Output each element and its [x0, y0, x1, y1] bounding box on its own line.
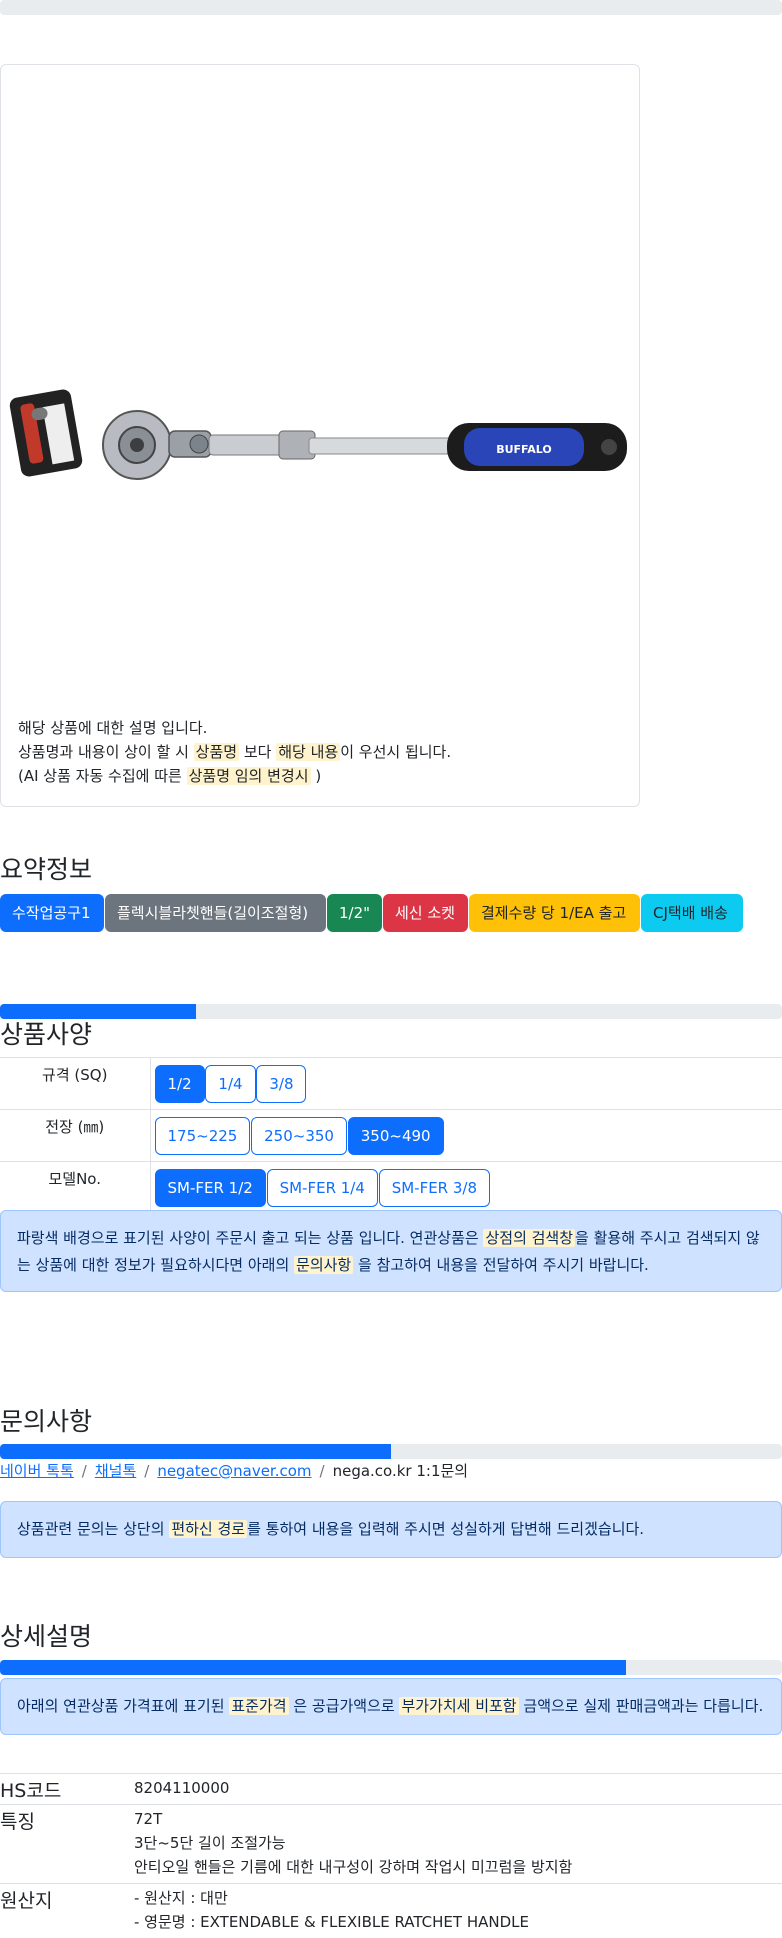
option-model-1-4[interactable]: SM-FER 1/4: [267, 1169, 378, 1207]
spec-table: 규격 (SQ) 1/2 1/4 3/8 전장 (㎜) 175~225 250~3…: [0, 1057, 782, 1214]
option-model-1-2[interactable]: SM-FER 1/2: [155, 1169, 266, 1207]
spec-label-length: 전장 (㎜): [0, 1110, 150, 1162]
spec-label-model: 모델No.: [0, 1162, 150, 1214]
product-card: BUFFALO 해당 상품에 대한 설명 입니다. 상품명과 내용이 상이 할 …: [0, 64, 640, 807]
inquiry-progress-fill: [0, 1444, 391, 1459]
inquiry-alert: 상품관련 문의는 상단의 편하신 경로를 통하여 내용을 입력해 주시면 성실하…: [0, 1501, 782, 1558]
detail-feature-line: 3단~5단 길이 조절가능: [134, 1831, 782, 1855]
link-email[interactable]: negatec@naver.com: [157, 1462, 311, 1480]
detail-label-hs: HS코드: [0, 1774, 134, 1805]
spec-row: 모델No. SM-FER 1/2 SM-FER 1/4 SM-FER 3/8: [0, 1162, 782, 1214]
top-progress-bar: [0, 0, 782, 15]
option-model-3-8[interactable]: SM-FER 3/8: [379, 1169, 490, 1207]
detail-feature-line: 안티오일 핸들은 기름에 대한 내구성이 강하며 작업시 미끄럼을 방지함: [134, 1855, 782, 1879]
brand-logo-text: BUFFALO: [496, 443, 552, 456]
detail-label-feature: 특징: [0, 1805, 134, 1884]
badge-product-name: 플렉시블라쳇핸들(길이조절형): [105, 894, 326, 932]
badge-brand: 세신 소켓: [383, 894, 468, 932]
option-sq-1-4[interactable]: 1/4: [205, 1065, 255, 1103]
link-naver-talk[interactable]: 네이버 톡톡: [0, 1462, 74, 1480]
breadcrumb-current: nega.co.kr 1:1문의: [333, 1462, 469, 1480]
badge-shipping: CJ택배 배송: [641, 894, 743, 932]
detail-progress: [0, 1660, 782, 1675]
detail-row-origin: 원산지 - 원산지 : 대만 - 영문명 : EXTENDABLE & FLEX…: [0, 1884, 782, 1938]
detail-row-hs: HS코드 8204110000: [0, 1774, 782, 1805]
spec-row: 규격 (SQ) 1/2 1/4 3/8: [0, 1058, 782, 1110]
detail-feature-line: 72T: [134, 1807, 782, 1831]
notice-line-3: (AI 상품 자동 수집에 따른 상품명 임의 변경시 ): [18, 764, 451, 788]
detail-label-origin: 원산지: [0, 1884, 134, 1938]
badge-category: 수작업공구1: [0, 894, 104, 932]
spec-label-size: 규격 (SQ): [0, 1058, 150, 1110]
breadcrumb: 네이버 톡톡/채널톡/negatec@naver.com/nega.co.kr …: [0, 1460, 468, 1481]
link-channel-talk[interactable]: 채널톡: [95, 1462, 136, 1480]
option-sq-1-2[interactable]: 1/2: [155, 1065, 205, 1103]
specs-alert: 파랑색 배경으로 표기된 사양이 주문시 출고 되는 상품 입니다. 연관상품은…: [0, 1210, 782, 1292]
detail-hs-value: 8204110000: [134, 1776, 782, 1800]
detail-table: HS코드 8204110000 특징 72T 3단~5단 길이 조절가능 안티오…: [0, 1773, 782, 1938]
badge-quantity: 결제수량 당 1/EA 출고: [469, 894, 640, 932]
detail-origin-line: - 영문명 : EXTENDABLE & FLEXIBLE RATCHET HA…: [134, 1910, 782, 1934]
specs-title: 상품사양: [0, 1015, 92, 1051]
detail-progress-fill: [0, 1660, 626, 1675]
option-length-175-225[interactable]: 175~225: [155, 1117, 251, 1155]
summary-badges: 수작업공구1 플렉시블라쳇핸들(길이조절형) 1/2" 세신 소켓 결제수량 당…: [0, 894, 743, 932]
inquiry-title: 문의사항: [0, 1402, 92, 1438]
detail-row-feature: 특징 72T 3단~5단 길이 조절가능 안티오일 핸들은 기름에 대한 내구성…: [0, 1805, 782, 1884]
summary-title: 요약정보: [0, 850, 92, 886]
option-length-350-490[interactable]: 350~490: [348, 1117, 444, 1155]
product-notice: 해당 상품에 대한 설명 입니다. 상품명과 내용이 상이 할 시 상품명 보다…: [18, 716, 451, 788]
detail-title: 상세설명: [0, 1617, 92, 1653]
notice-line-2: 상품명과 내용이 상이 할 시 상품명 보다 해당 내용이 우선시 됩니다.: [18, 740, 451, 764]
product-image: BUFFALO: [9, 335, 629, 485]
option-sq-3-8[interactable]: 3/8: [256, 1065, 306, 1103]
option-length-250-350[interactable]: 250~350: [251, 1117, 347, 1155]
badge-size: 1/2": [327, 894, 382, 932]
specs-progress: [0, 1004, 782, 1019]
detail-origin-line: - 원산지 : 대만: [134, 1886, 782, 1910]
inquiry-progress: [0, 1444, 782, 1459]
spec-row: 전장 (㎜) 175~225 250~350 350~490: [0, 1110, 782, 1162]
notice-line-1: 해당 상품에 대한 설명 입니다.: [18, 716, 451, 740]
detail-alert: 아래의 연관상품 가격표에 표기된 표준가격 은 공급가액으로 부가가치세 비포…: [0, 1678, 782, 1735]
